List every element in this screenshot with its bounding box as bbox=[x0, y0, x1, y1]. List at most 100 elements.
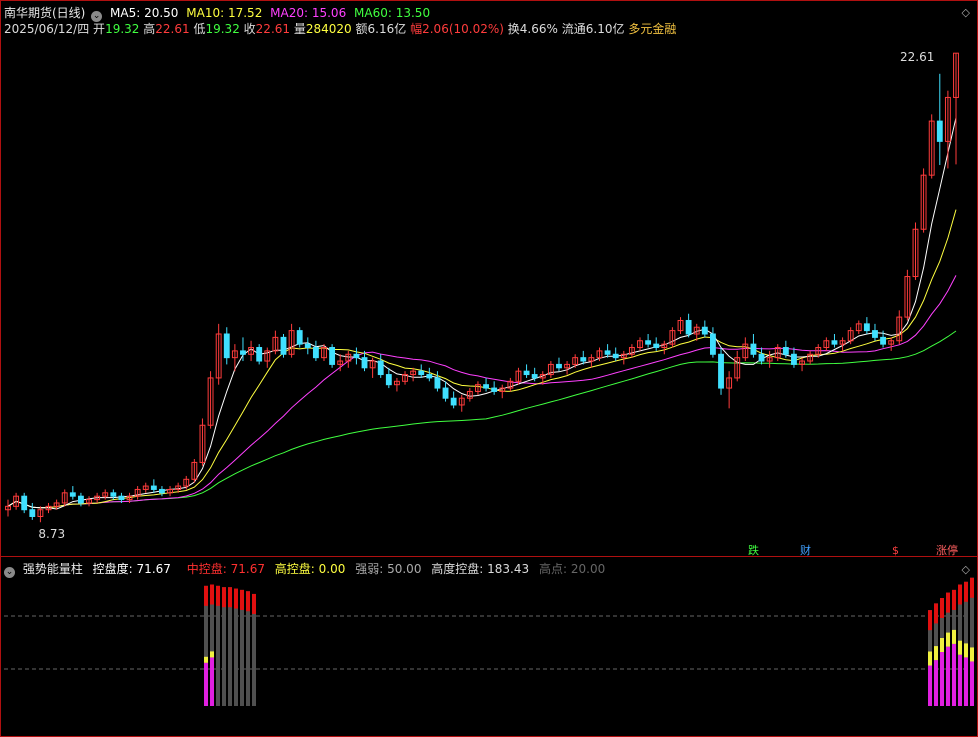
candle-body bbox=[831, 340, 838, 345]
candle-body bbox=[491, 387, 498, 392]
candle-body bbox=[685, 319, 692, 335]
candle-body bbox=[483, 384, 489, 389]
candle-body bbox=[936, 120, 943, 142]
candle-body bbox=[709, 333, 716, 355]
energy-bar-red bbox=[964, 581, 968, 602]
ma5-line bbox=[7, 117, 957, 510]
energy-bar-magenta bbox=[928, 665, 932, 706]
event-marker: $ bbox=[892, 544, 899, 557]
energy-bar-red bbox=[940, 598, 944, 618]
candle-body bbox=[118, 495, 125, 501]
candle-body bbox=[653, 343, 660, 349]
energy-bar-yellow bbox=[940, 638, 944, 652]
energy-bar-yellow bbox=[210, 651, 214, 658]
energy-bar-red bbox=[958, 584, 962, 605]
energy-bar-magenta bbox=[970, 661, 974, 706]
candle-body bbox=[240, 350, 246, 355]
energy-bar-magenta bbox=[952, 643, 956, 706]
candle-body bbox=[418, 370, 425, 376]
candle-body bbox=[880, 336, 887, 345]
event-marker: 财 bbox=[800, 543, 811, 557]
ma10-line bbox=[7, 209, 957, 509]
energy-bar-red bbox=[204, 585, 208, 606]
candle-body bbox=[296, 330, 303, 345]
event-markers: 跌 财 $ 涨停 bbox=[748, 543, 958, 557]
candle-body bbox=[426, 374, 433, 379]
candle-body bbox=[612, 353, 619, 359]
candles bbox=[5, 52, 959, 523]
energy-bar-yellow bbox=[970, 647, 974, 662]
candle-body bbox=[872, 330, 878, 338]
candle-body bbox=[21, 495, 28, 511]
candle-body bbox=[353, 353, 360, 359]
candle-body bbox=[434, 377, 441, 389]
candle-body bbox=[718, 353, 724, 389]
candle-body bbox=[77, 495, 84, 504]
energy-bar-red bbox=[970, 577, 974, 598]
energy-bar-yellow bbox=[934, 646, 938, 661]
energy-bar-red bbox=[946, 592, 950, 613]
candle-body bbox=[385, 374, 392, 386]
energy-bar-yellow bbox=[928, 651, 932, 666]
energy-bar-red bbox=[246, 591, 250, 612]
energy-bar-yellow bbox=[952, 629, 956, 644]
energy-bar-red bbox=[928, 610, 932, 631]
energy-bar-magenta bbox=[958, 654, 962, 706]
candle-body bbox=[29, 509, 36, 517]
energy-bar-red bbox=[252, 593, 256, 614]
candle-body bbox=[377, 360, 384, 376]
candle-body bbox=[159, 488, 165, 494]
event-marker: 涨停 bbox=[936, 543, 958, 557]
indicator-bars bbox=[4, 577, 974, 706]
energy-bar-magenta bbox=[934, 660, 938, 706]
energy-bar-yellow bbox=[964, 643, 968, 658]
candle-body bbox=[361, 357, 368, 369]
candle-body bbox=[750, 343, 757, 355]
candle-body bbox=[150, 485, 157, 490]
candle-body bbox=[531, 374, 538, 379]
energy-bar-red bbox=[934, 603, 938, 624]
candle-body bbox=[604, 350, 611, 355]
energy-bar-red bbox=[222, 587, 226, 608]
energy-bar-magenta bbox=[940, 652, 944, 706]
candle-body bbox=[450, 397, 457, 406]
candle-body bbox=[442, 387, 449, 399]
candle-body bbox=[782, 347, 789, 355]
candle-body bbox=[329, 347, 336, 365]
energy-bar-magenta bbox=[964, 657, 968, 706]
candle-body bbox=[69, 492, 76, 497]
candle-body bbox=[701, 326, 708, 335]
candle-body bbox=[523, 370, 530, 376]
candle-body bbox=[863, 323, 870, 332]
energy-bar-yellow bbox=[204, 656, 208, 663]
energy-bar-magenta bbox=[210, 657, 214, 706]
ma20-line bbox=[7, 275, 957, 509]
candle-body bbox=[580, 357, 587, 362]
candle-body bbox=[556, 363, 562, 369]
candle-body bbox=[304, 343, 311, 349]
candle-body bbox=[645, 340, 652, 345]
candle-body bbox=[110, 492, 117, 497]
energy-bar-red bbox=[228, 587, 232, 608]
energy-bar-yellow bbox=[946, 632, 950, 647]
min-price-label: 8.73 bbox=[38, 527, 65, 541]
candle-body bbox=[280, 336, 287, 355]
ma60-line bbox=[7, 330, 957, 509]
candle-body bbox=[223, 333, 230, 359]
event-marker: 跌 bbox=[748, 543, 759, 557]
kline-chart: 22.61 8.73 跌 财 $ 涨停 bbox=[4, 50, 974, 706]
max-price-label: 22.61 bbox=[900, 50, 934, 64]
energy-bar-yellow bbox=[958, 640, 962, 655]
price-labels: 22.61 8.73 bbox=[38, 50, 934, 541]
energy-bar-red bbox=[216, 585, 220, 606]
energy-bar-red bbox=[952, 589, 956, 610]
ma-lines bbox=[7, 117, 957, 510]
energy-bar-magenta bbox=[204, 662, 208, 706]
energy-bar-magenta bbox=[946, 646, 950, 706]
candle-body bbox=[758, 353, 765, 362]
energy-bar-red bbox=[234, 588, 238, 609]
energy-bar-red bbox=[240, 589, 244, 610]
candle-body bbox=[312, 347, 319, 359]
energy-bar-red bbox=[210, 584, 214, 605]
candle-body bbox=[256, 347, 263, 362]
